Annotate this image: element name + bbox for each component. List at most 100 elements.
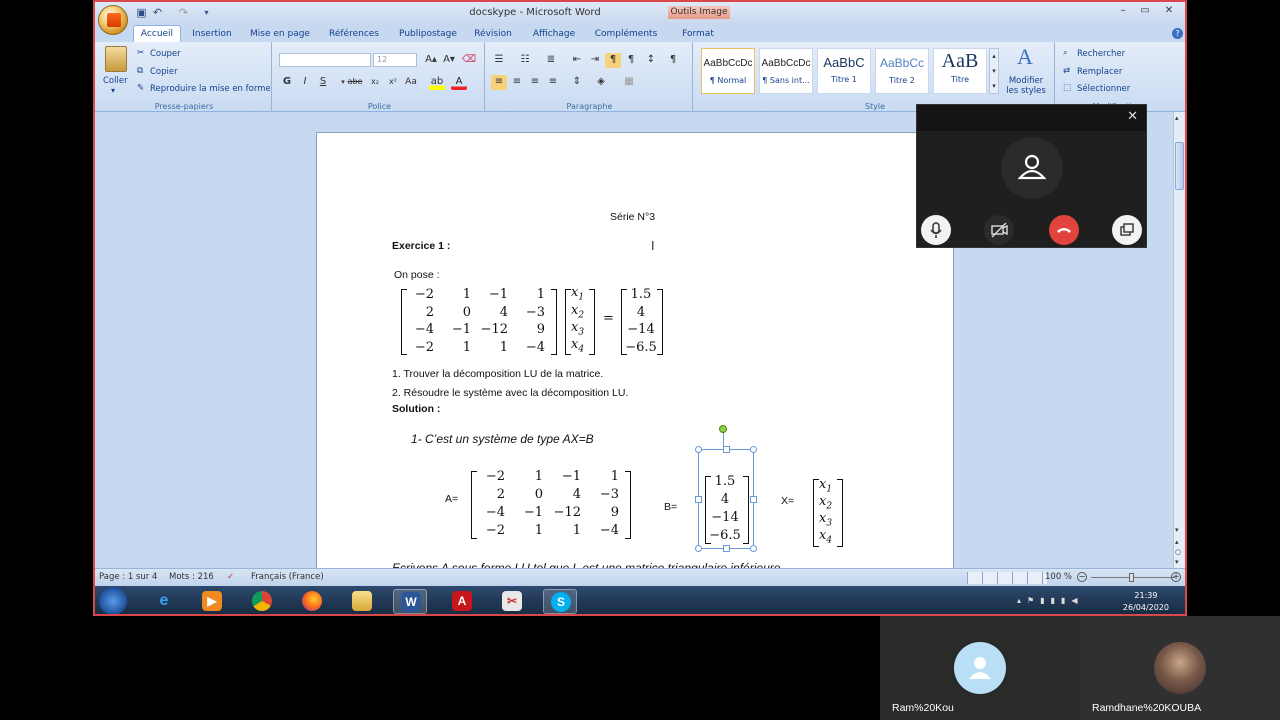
resize-handle[interactable] xyxy=(695,446,702,453)
minimize-icon[interactable]: – xyxy=(1113,5,1133,19)
video-toggle-button[interactable] xyxy=(984,215,1014,245)
taskbar-acrobat[interactable]: A xyxy=(445,589,479,614)
switch-window-button[interactable] xyxy=(1112,215,1142,245)
font-name-combo[interactable] xyxy=(279,53,371,67)
change-styles-icon[interactable]: A xyxy=(1017,44,1033,70)
superscript-button[interactable]: x² xyxy=(385,75,401,90)
taskbar-snipping[interactable]: ✂ xyxy=(495,589,529,614)
rtl-icon[interactable]: ¶ xyxy=(623,53,639,68)
cut-icon[interactable]: ✂ xyxy=(137,48,144,58)
redo-icon[interactable]: ↷ xyxy=(177,6,190,19)
align-center-icon[interactable]: ≡ xyxy=(509,75,525,90)
b-image-selection[interactable]: 1.5 4 −14 −6.5 xyxy=(695,425,757,552)
resize-handle[interactable] xyxy=(750,545,757,552)
undo-icon[interactable]: ↶ xyxy=(151,6,164,19)
tab-mise-en-page[interactable]: Mise en page xyxy=(245,26,315,42)
taskbar-explorer[interactable] xyxy=(345,589,379,614)
scroll-thumb[interactable] xyxy=(1175,142,1184,190)
align-right-icon[interactable]: ≡ xyxy=(527,75,543,90)
zoom-thumb[interactable] xyxy=(1129,573,1134,582)
hangup-button[interactable] xyxy=(1049,215,1079,245)
justify-icon[interactable]: ≡ xyxy=(545,75,561,90)
tab-affichage[interactable]: Affichage xyxy=(527,26,581,42)
qat-dropdown-icon[interactable]: ▾ xyxy=(200,6,213,19)
borders-icon[interactable]: ▦ xyxy=(621,75,637,90)
tab-revision[interactable]: Révision xyxy=(471,26,515,42)
participant-tile[interactable]: Ram%20Kou xyxy=(880,616,1080,720)
cut-button[interactable]: Couper xyxy=(150,49,181,59)
resize-handle[interactable] xyxy=(695,545,702,552)
close-icon[interactable]: ✕ xyxy=(1159,5,1179,19)
tray-icons[interactable]: ▴⚑▮▮▮◀ xyxy=(1017,596,1084,605)
change-case-button[interactable]: Aa xyxy=(403,75,419,90)
taskbar-firefox[interactable] xyxy=(295,589,329,614)
grow-font-icon[interactable]: A▴ xyxy=(423,53,439,68)
word-count[interactable]: Mots : 216 xyxy=(169,572,214,582)
font-size-combo[interactable]: 12 xyxy=(373,53,417,67)
rotate-handle[interactable] xyxy=(719,425,727,433)
zoom-in-icon[interactable]: + xyxy=(1171,572,1181,582)
shrink-font-icon[interactable]: A▾ xyxy=(441,53,457,68)
scroll-up-icon[interactable]: ▴ xyxy=(1175,114,1179,122)
paste-button[interactable]: Coller xyxy=(103,76,128,86)
select-icon[interactable]: ⬚ xyxy=(1063,83,1071,93)
select-button[interactable]: Sélectionner xyxy=(1077,84,1130,94)
style-normal[interactable]: AaBbCcDc ¶ Normal xyxy=(701,48,755,94)
subscript-button[interactable]: x₂ xyxy=(367,75,383,90)
tab-complements[interactable]: Compléments xyxy=(591,26,661,42)
font-color-icon[interactable]: A xyxy=(451,75,467,90)
line-spacing-icon[interactable]: ⇕ xyxy=(569,75,585,90)
tab-insertion[interactable]: Insertion xyxy=(187,26,237,42)
align-left-icon[interactable]: ≡ xyxy=(491,75,507,90)
browse-object-icon[interactable]: ○ xyxy=(1175,548,1181,556)
find-button[interactable]: Rechercher xyxy=(1077,49,1125,59)
bold-button[interactable]: G xyxy=(279,75,295,90)
sort-icon[interactable]: ↕ xyxy=(643,53,659,68)
replace-icon[interactable]: ⇄ xyxy=(1063,66,1070,76)
underline-button[interactable]: S xyxy=(315,75,331,90)
increase-indent-icon[interactable]: ⇥ xyxy=(587,53,603,68)
zoom-out-icon[interactable]: − xyxy=(1077,572,1087,582)
format-painter-icon[interactable]: ✎ xyxy=(137,83,144,93)
help-icon[interactable]: ? xyxy=(1172,28,1183,39)
start-button[interactable] xyxy=(99,587,127,614)
format-painter-button[interactable]: Reproduire la mise en forme xyxy=(150,84,271,94)
shading-icon[interactable]: ◈ xyxy=(593,75,609,90)
bullets-icon[interactable]: ☰ xyxy=(491,53,507,68)
decrease-indent-icon[interactable]: ⇤ xyxy=(569,53,585,68)
vertical-scrollbar[interactable]: ▴ ▾ ▴ ○ ▾ xyxy=(1173,112,1185,568)
replace-button[interactable]: Remplacer xyxy=(1077,67,1122,77)
copy-button[interactable]: Copier xyxy=(150,67,178,77)
taskbar-word[interactable]: W xyxy=(393,589,427,614)
view-buttons[interactable] xyxy=(967,572,1047,584)
resize-handle[interactable] xyxy=(750,496,757,503)
document-page[interactable]: Série N°3 I Exercice 1 : On pose : −2 1 −1… xyxy=(316,132,954,575)
language[interactable]: Français (France) xyxy=(251,572,324,582)
call-close-icon[interactable]: ✕ xyxy=(1127,109,1138,124)
paste-icon[interactable] xyxy=(105,46,127,72)
ltr-icon[interactable]: ¶ xyxy=(605,53,621,68)
paste-dropdown-icon[interactable]: ▾ xyxy=(111,86,115,95)
style-titre-1[interactable]: AaBbC Titre 1 xyxy=(817,48,871,94)
taskbar-media[interactable]: ▶ xyxy=(195,589,229,614)
next-page-icon[interactable]: ▾ xyxy=(1175,558,1179,566)
find-icon[interactable]: ⌕ xyxy=(1063,48,1068,58)
mute-button[interactable] xyxy=(921,215,951,245)
participant-tile[interactable]: Ramdhane%20KOUBA xyxy=(1080,616,1280,720)
tab-publipostage[interactable]: Publipostage xyxy=(395,26,461,42)
show-marks-icon[interactable]: ¶ xyxy=(665,53,681,68)
taskbar-ie[interactable]: e xyxy=(147,589,181,614)
tab-references[interactable]: Références xyxy=(323,26,385,42)
taskbar-chrome[interactable] xyxy=(245,589,279,614)
multilevel-list-icon[interactable]: ≣ xyxy=(543,53,559,68)
numbering-icon[interactable]: ☷ xyxy=(517,53,533,68)
resize-handle[interactable] xyxy=(723,446,730,453)
office-button[interactable] xyxy=(98,5,128,35)
styles-scroll[interactable]: ▴ ▾ ▾ xyxy=(989,48,999,94)
resize-handle[interactable] xyxy=(695,496,702,503)
tab-format[interactable]: Format xyxy=(677,26,719,42)
maximize-icon[interactable]: ▭ xyxy=(1135,5,1155,19)
highlight-icon[interactable]: ab xyxy=(429,75,445,90)
tab-accueil[interactable]: Accueil xyxy=(133,25,181,42)
clock[interactable]: 21:39 26/04/2020 xyxy=(1123,590,1169,614)
